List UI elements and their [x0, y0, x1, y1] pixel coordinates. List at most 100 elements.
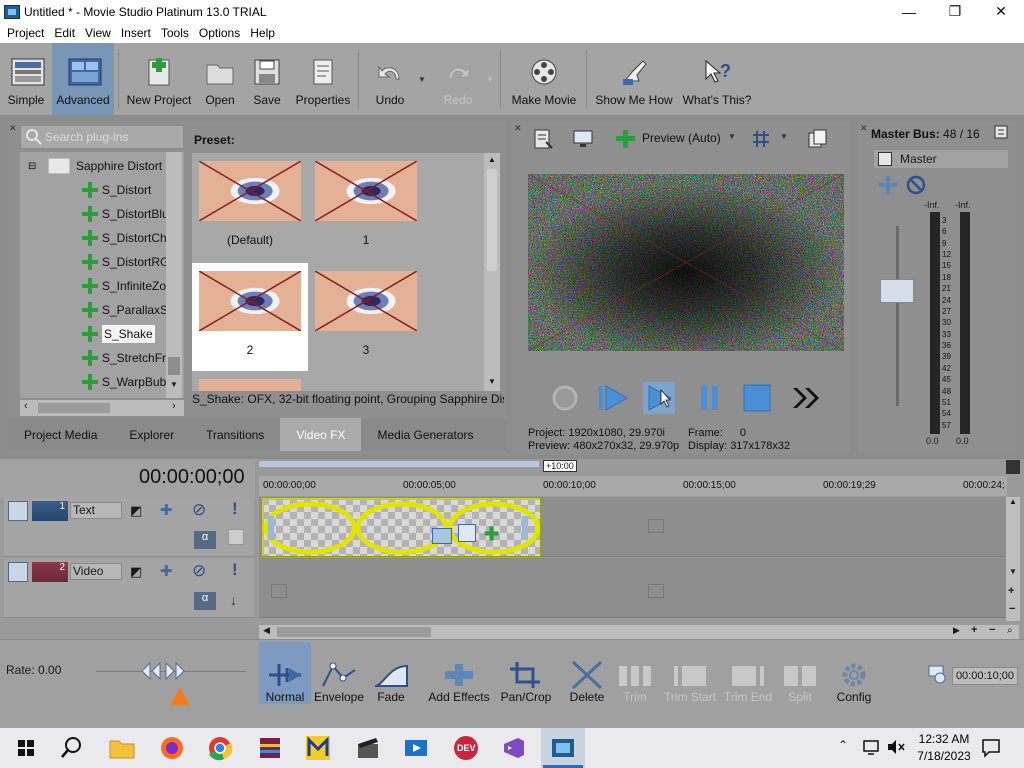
show-hidden-icons-chevron-icon[interactable]: ⌃ [838, 738, 848, 752]
normal-edit-tool-button[interactable]: Normal [259, 642, 311, 704]
chevron-down-icon[interactable]: ▼ [780, 132, 788, 141]
track-collapse-icon[interactable] [8, 501, 28, 521]
zoom-out-icon[interactable]: − [989, 624, 995, 636]
menu-insert[interactable]: Insert [116, 26, 156, 40]
zoom-tool-icon[interactable]: ⌕ [1007, 625, 1013, 636]
event-fx-icon[interactable]: ✚ [484, 524, 499, 545]
tree-item[interactable]: S_Distort [82, 178, 151, 202]
panel-close-icon[interactable]: ✕ [514, 123, 522, 134]
play-button[interactable] [643, 382, 675, 414]
redo-dropdown-icon[interactable]: ▼ [486, 75, 494, 84]
overlays-grid-icon[interactable] [750, 128, 772, 150]
event-pan-crop-icon[interactable] [432, 528, 452, 544]
envelope-tool-button[interactable]: Envelope [313, 648, 365, 704]
track-lane-video[interactable] [259, 558, 1007, 618]
record-button[interactable] [551, 384, 579, 412]
search-icon[interactable] [58, 734, 86, 762]
scroll-down-icon[interactable]: ▼ [488, 377, 496, 386]
event-generated-media-icon[interactable] [458, 524, 476, 542]
time-ruler[interactable] [259, 476, 1007, 496]
preset-1[interactable]: 1 [308, 153, 424, 261]
config-button[interactable]: Config [832, 648, 876, 704]
network-icon[interactable] [862, 738, 882, 756]
search-plugins-input[interactable]: Search plug-ins [20, 125, 184, 149]
text-event-clip[interactable]: ✚ [261, 497, 541, 557]
editor-m-icon[interactable] [304, 734, 332, 762]
copy-snapshot-icon[interactable] [806, 128, 828, 150]
scroll-thumb[interactable] [487, 169, 497, 271]
menu-project[interactable]: Project [2, 26, 49, 40]
undo-dropdown-icon[interactable]: ▼ [418, 75, 426, 84]
scroll-down-icon[interactable]: ▼ [1009, 567, 1017, 576]
preview-quality-dropdown[interactable]: Preview (Auto) [642, 131, 721, 145]
timeline-vertical-scrollbar[interactable]: ▲ ▼ + − [1006, 497, 1020, 621]
dev-cpp-icon[interactable]: DEV [452, 734, 480, 762]
minimize-button[interactable]: — [886, 0, 932, 23]
menu-view[interactable]: View [80, 26, 116, 40]
track-fx-icon[interactable]: ✚ [160, 562, 173, 580]
preset-3[interactable]: 3 [308, 263, 424, 371]
pan-crop-button[interactable]: Pan/Crop [499, 648, 553, 704]
track-level-arrow-icon[interactable]: ↓ [230, 592, 237, 608]
master-volume-fader[interactable] [880, 279, 914, 303]
track-name-field[interactable]: Video [70, 563, 122, 580]
tab-transitions[interactable]: Transitions [190, 418, 280, 451]
track-mute-icon[interactable]: ⊘ [192, 500, 206, 520]
zoom-out-vertical-icon[interactable]: − [1009, 603, 1015, 615]
delete-button[interactable]: Delete [564, 648, 610, 704]
volume-muted-icon[interactable] [886, 738, 906, 756]
clock[interactable]: 12:32 AM 7/18/2023 [904, 731, 984, 765]
scroll-thumb[interactable] [277, 627, 431, 637]
tab-media-generators[interactable]: Media Generators [361, 418, 489, 451]
track-header-text[interactable]: 1 Text ◩ ✚ ⊘ ! α [4, 497, 254, 557]
pause-button[interactable] [695, 382, 725, 414]
external-monitor-icon[interactable] [572, 128, 594, 150]
track-collapse-icon[interactable] [8, 562, 28, 582]
scroll-right-icon[interactable]: ▶ [953, 625, 960, 636]
mixer-properties-icon[interactable] [994, 124, 1010, 140]
track-motion-icon[interactable]: α [194, 592, 216, 610]
new-project-button[interactable]: New Project [124, 43, 194, 115]
track-fx-icon[interactable]: ✚ [160, 501, 173, 519]
menu-edit[interactable]: Edit [49, 26, 80, 40]
track-solo-icon[interactable]: ! [232, 499, 238, 519]
panel-close-icon[interactable]: ✕ [860, 123, 868, 134]
tree-item-selected[interactable]: S_Shake [82, 322, 155, 346]
tree-folder-sapphire-distort[interactable]: ⊟ Sapphire Distort [28, 154, 162, 178]
stop-button[interactable] [741, 382, 773, 414]
close-button[interactable]: ✕ [978, 0, 1024, 23]
zoom-in-icon[interactable]: + [971, 624, 977, 636]
scroll-left-icon[interactable]: ◀ [263, 625, 270, 636]
tree-item[interactable]: S_WarpBubb [82, 370, 173, 394]
go-to-end-button[interactable] [789, 382, 823, 414]
marker-icon[interactable] [1006, 460, 1020, 474]
windows-start-icon[interactable] [12, 734, 40, 762]
track-name-field[interactable]: Text [70, 502, 122, 519]
advanced-button[interactable]: Advanced [52, 43, 114, 115]
tree-item[interactable]: S_DistortChr [82, 226, 171, 250]
trim-start-button[interactable]: Trim Start [662, 648, 718, 704]
properties-button[interactable]: Properties [292, 43, 354, 115]
simple-button[interactable]: Simple [4, 43, 48, 115]
track-solo-icon[interactable]: ! [232, 560, 238, 580]
shuttle-control-icon[interactable] [140, 660, 186, 682]
scroll-up-icon[interactable]: ▲ [1009, 497, 1017, 506]
movie-maker-icon[interactable] [402, 734, 430, 762]
open-button[interactable]: Open [200, 43, 240, 115]
winrar-icon[interactable] [256, 734, 284, 762]
clapper-app-icon[interactable] [354, 734, 382, 762]
menu-help[interactable]: Help [245, 26, 280, 40]
tree-item[interactable]: S_DistortRGB [82, 250, 177, 274]
tree-horizontal-scrollbar[interactable]: ‹ › [20, 400, 184, 416]
scroll-up-icon[interactable]: ▲ [488, 155, 496, 164]
preset-2[interactable]: 2 [192, 263, 308, 371]
file-explorer-icon[interactable] [108, 734, 136, 762]
undo-button[interactable]: Undo [368, 43, 412, 115]
scroll-thumb[interactable] [168, 357, 180, 375]
preset-thumbnail-partial[interactable] [199, 379, 301, 391]
trim-end-button[interactable]: Trim End [722, 648, 774, 704]
scroll-thumb[interactable] [38, 403, 110, 413]
visual-studio-icon[interactable] [500, 734, 528, 762]
tree-vertical-scrollbar[interactable]: ▼ [166, 152, 182, 398]
menu-options[interactable]: Options [194, 26, 245, 40]
